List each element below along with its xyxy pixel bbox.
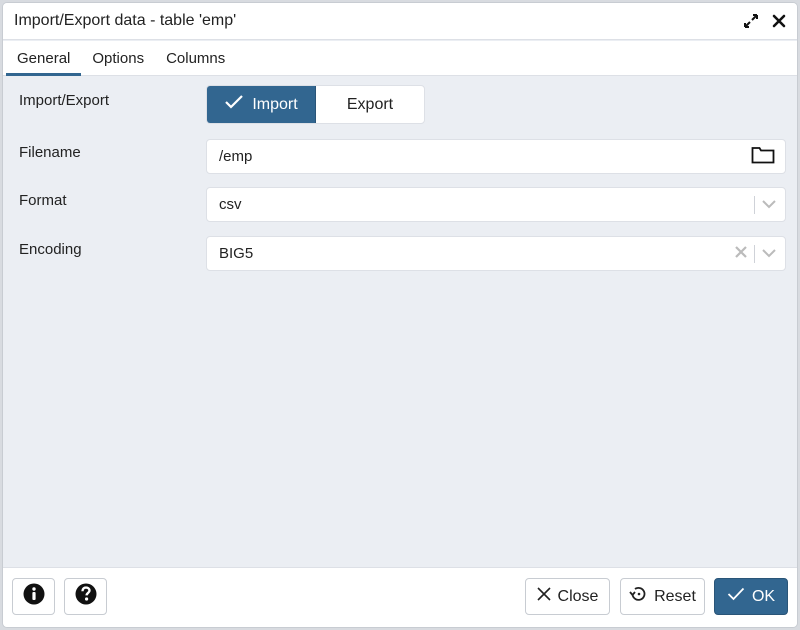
import-export-dialog: Import/Export data - table 'emp' General…: [2, 2, 798, 628]
check-icon: [224, 94, 244, 115]
encoding-label: Encoding: [19, 241, 82, 258]
maximize-icon[interactable]: [743, 13, 759, 29]
import-label: Import: [252, 95, 298, 113]
separator: [754, 244, 755, 263]
reset-button[interactable]: Reset: [620, 578, 705, 615]
filename-input[interactable]: /emp: [206, 139, 786, 174]
dialog-titlebar: Import/Export data - table 'emp': [3, 3, 797, 40]
close-icon[interactable]: [771, 13, 787, 29]
export-option[interactable]: Export: [316, 86, 424, 123]
reset-label: Reset: [654, 587, 696, 605]
close-x-icon: [536, 587, 551, 606]
clear-icon[interactable]: [734, 245, 748, 263]
format-value: csv: [219, 196, 242, 213]
chevron-down-icon[interactable]: [761, 245, 777, 262]
format-select[interactable]: csv: [206, 187, 786, 222]
encoding-value: BIG5: [219, 245, 254, 262]
tab-general[interactable]: General: [6, 41, 82, 76]
import-export-label: Import/Export: [19, 92, 110, 109]
close-button[interactable]: Close: [525, 578, 610, 615]
general-panel: Import/Export Import Export Filename /em…: [3, 77, 797, 567]
import-export-toggle: Import Export: [206, 85, 425, 124]
chevron-down-icon[interactable]: [761, 196, 777, 213]
filename-label: Filename: [19, 144, 81, 161]
export-label: Export: [346, 95, 394, 113]
format-label: Format: [19, 192, 67, 209]
question-circle-icon: [75, 583, 97, 610]
reset-icon: [629, 585, 647, 608]
close-label: Close: [557, 587, 599, 605]
import-option[interactable]: Import: [207, 86, 316, 123]
tab-options[interactable]: Options: [81, 41, 155, 76]
ok-button[interactable]: OK: [714, 578, 788, 615]
filename-value: /emp: [219, 148, 253, 165]
dialog-footer: Close Reset OK: [3, 567, 797, 627]
tab-columns[interactable]: Columns: [155, 41, 236, 76]
check-icon: [727, 587, 745, 606]
folder-icon[interactable]: [751, 146, 775, 168]
encoding-select[interactable]: BIG5: [206, 236, 786, 271]
dialog-title: Import/Export data - table 'emp': [14, 12, 237, 29]
separator: [754, 195, 755, 214]
ok-label: OK: [751, 587, 776, 605]
tab-bar: General Options Columns: [3, 41, 797, 76]
info-circle-icon: [23, 583, 45, 610]
help-button[interactable]: [64, 578, 107, 615]
info-button[interactable]: [12, 578, 55, 615]
